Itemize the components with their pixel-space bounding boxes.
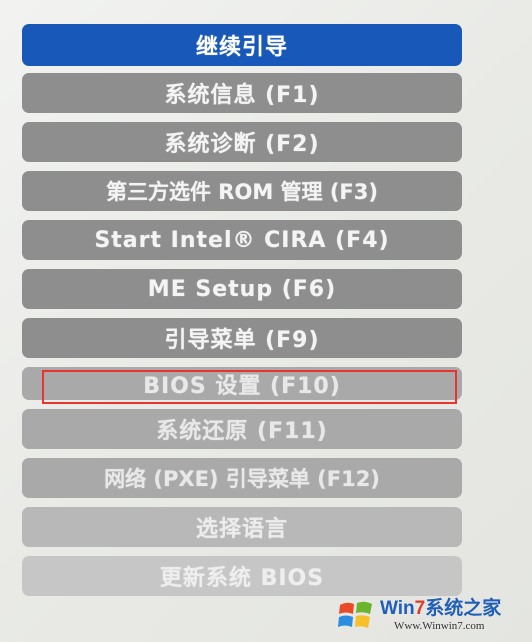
menu-item-network-boot[interactable]: 网络 (PXE) 引导菜单 (F12) — [22, 458, 462, 498]
menu-item-select-language[interactable]: 选择语言 — [22, 507, 462, 547]
menu-item-system-info[interactable]: 系统信息 (F1) — [22, 73, 462, 113]
menu-item-system-diagnostics[interactable]: 系统诊断 (F2) — [22, 122, 462, 162]
watermark: Win7系统之家 Www.Winwin7.com — [336, 590, 530, 640]
watermark-title: Win7系统之家 — [380, 597, 502, 619]
bios-boot-screen: 继续引导 系统信息 (F1) 系统诊断 (F2) 第三方选件 ROM 管理 (F… — [0, 0, 532, 642]
boot-menu: 继续引导 系统信息 (F1) 系统诊断 (F2) 第三方选件 ROM 管理 (F… — [22, 24, 462, 605]
menu-item-continue-boot[interactable]: 继续引导 — [22, 24, 462, 66]
menu-item-boot-menu[interactable]: 引导菜单 (F9) — [22, 318, 462, 358]
watermark-url: Www.Winwin7.com — [394, 619, 485, 632]
menu-item-me-setup[interactable]: ME Setup (F6) — [22, 269, 462, 309]
windows-flag-icon — [336, 595, 376, 635]
menu-item-system-recovery[interactable]: 系统还原 (F11) — [22, 409, 462, 449]
menu-item-bios-setup[interactable]: BIOS 设置 (F10) — [22, 367, 462, 400]
watermark-text: Win7系统之家 Www.Winwin7.com — [380, 599, 501, 632]
menu-item-option-rom-management[interactable]: 第三方选件 ROM 管理 (F3) — [22, 171, 462, 211]
menu-item-intel-cira[interactable]: Start Intel® CIRA (F4) — [22, 220, 462, 260]
